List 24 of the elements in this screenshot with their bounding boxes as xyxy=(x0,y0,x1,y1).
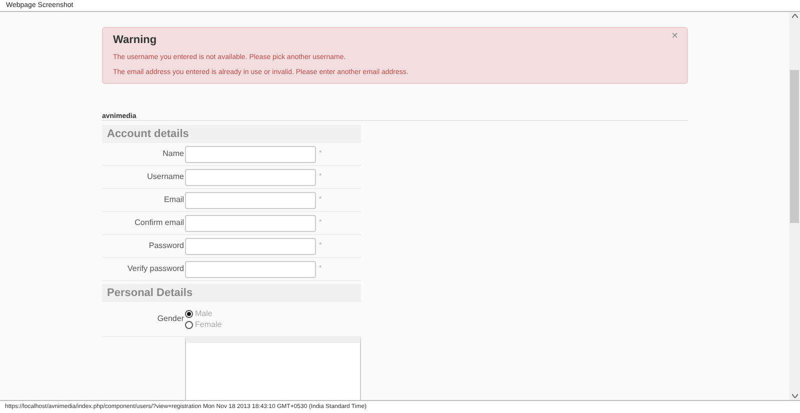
input-field[interactable] xyxy=(185,192,316,208)
input-field[interactable] xyxy=(185,260,316,278)
scrollbar[interactable] xyxy=(789,12,800,400)
field-label: Password xyxy=(148,240,184,252)
input-field[interactable] xyxy=(185,146,316,162)
scroll-up-icon[interactable] xyxy=(792,14,798,18)
scroll-thumb[interactable] xyxy=(790,70,799,223)
section-heading: Personal Details xyxy=(102,284,361,302)
input-field[interactable] xyxy=(185,168,316,186)
radio-option[interactable]: Female xyxy=(185,320,222,328)
input-field[interactable] xyxy=(185,238,316,254)
alert-title: Warning xyxy=(113,33,157,47)
input-field[interactable] xyxy=(185,214,316,232)
field-label: Gender xyxy=(156,313,184,325)
field-label: Name xyxy=(162,148,184,160)
field-label: Username xyxy=(146,171,184,183)
close-button[interactable]: × xyxy=(672,31,678,42)
radio-option[interactable]: Male xyxy=(185,310,222,318)
field-label: Confirm email xyxy=(134,217,184,229)
field-label: Email xyxy=(162,194,184,206)
scroll-down-icon[interactable] xyxy=(792,394,798,398)
field-label: Verify password xyxy=(126,263,184,275)
text-area[interactable] xyxy=(184,337,361,400)
section-heading: Account details xyxy=(102,125,361,143)
